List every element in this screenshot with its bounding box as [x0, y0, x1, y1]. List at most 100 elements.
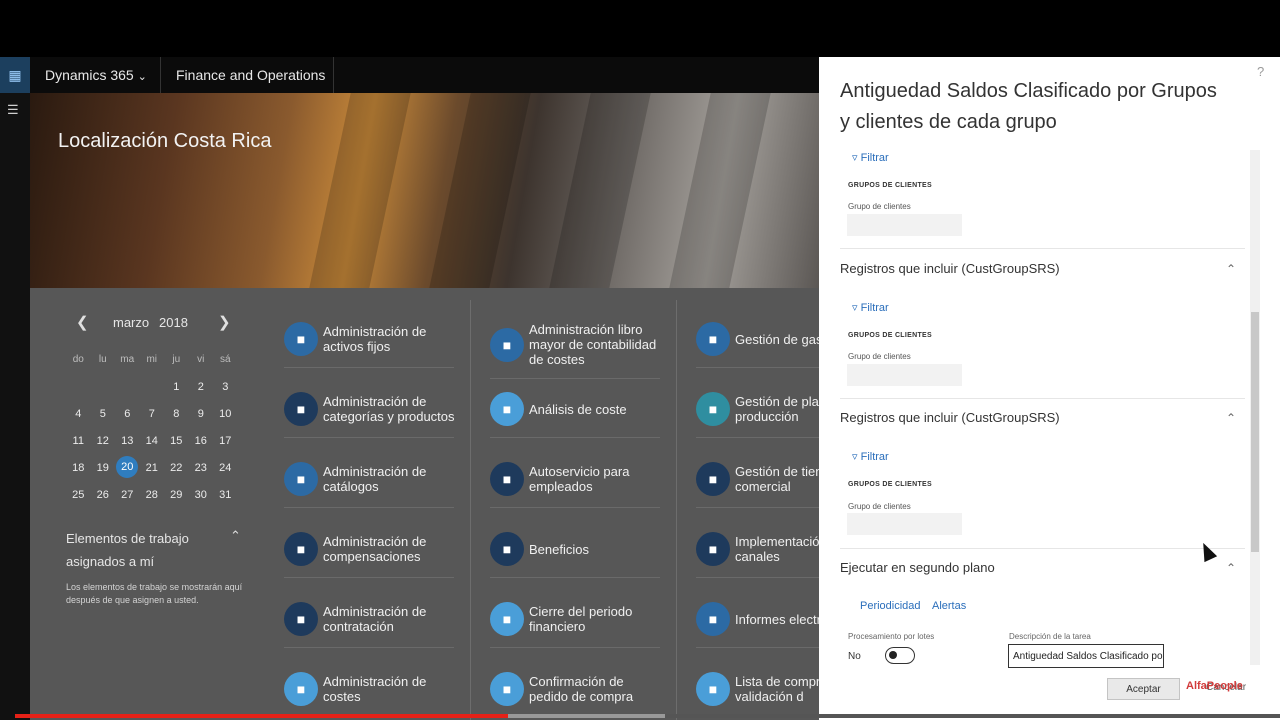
calendar-day[interactable]: 12 [91, 427, 116, 454]
workspace-tile[interactable]: ■ Cierre del periodo financiero [490, 602, 664, 648]
calendar-day[interactable]: 17 [213, 427, 238, 454]
calendar-day[interactable]: 23 [189, 454, 214, 481]
calendar-day[interactable]: 29 [164, 481, 189, 508]
workspace-tile[interactable]: ■ Administración de categorías y producto… [284, 392, 458, 438]
calendar-day[interactable]: 15 [164, 427, 189, 454]
workspace-icon: ■ [490, 672, 524, 706]
workspace-label: Administración de compensaciones [323, 534, 427, 564]
calendar-month: marzo [113, 315, 150, 330]
calendar-empty [140, 373, 165, 400]
calendar-year: 2018 [159, 315, 188, 330]
calendar-day[interactable]: 26 [91, 481, 116, 508]
workspace-tile[interactable]: ■ Administración libro mayor de contabili… [490, 322, 664, 379]
calendar-day[interactable]: 13 [115, 427, 140, 454]
group-header: GRUPOS DE CLIENTES [848, 332, 932, 339]
accept-button[interactable]: Aceptar [1107, 678, 1180, 700]
workspace-tile[interactable]: ■ Informes electr [696, 602, 866, 648]
batch-label: Procesamiento por lotes [848, 632, 935, 641]
calendar-empty [66, 373, 91, 400]
watermark-logo: AlfaPeople [1186, 680, 1243, 692]
module-name[interactable]: Finance and Operations [176, 67, 325, 83]
calendar-day[interactable]: 11 [66, 427, 91, 454]
calendar-day[interactable]: 18 [66, 454, 91, 481]
calendar-day[interactable]: 31 [213, 481, 238, 508]
calendar-day[interactable]: 22 [164, 454, 189, 481]
calendar-day[interactable]: 19 [91, 454, 116, 481]
calendar-day[interactable]: 9 [189, 400, 214, 427]
section-header-ejecutar[interactable]: Ejecutar en segundo plano [840, 560, 995, 575]
section-divider [840, 398, 1245, 399]
calendar-day[interactable]: 5 [91, 400, 116, 427]
filter-link[interactable]: ▿ Filtrar [852, 151, 889, 164]
workspace-tile[interactable]: ■ Análisis de coste [490, 392, 660, 438]
workspace-tile[interactable]: ■ Beneficios [490, 532, 660, 578]
scrollbar-thumb[interactable] [1251, 312, 1259, 552]
calendar-day[interactable]: 6 [115, 400, 140, 427]
filter-link[interactable]: ▿ Filtrar [852, 450, 889, 463]
calendar-day[interactable]: 8 [164, 400, 189, 427]
section-divider [840, 548, 1245, 549]
workspace-tile[interactable]: ■ Confirmación de pedido de compra [490, 672, 664, 706]
tile-divider [490, 437, 660, 438]
calendar-day[interactable]: 7 [140, 400, 165, 427]
workspace-tile[interactable]: ■ Administración de activos fijos [284, 322, 458, 368]
customer-group-input[interactable] [847, 513, 962, 535]
task-description-input[interactable]: Antiguedad Saldos Clasificado po [1008, 644, 1164, 668]
workspace-icon: ■ [284, 602, 318, 636]
calendar-day[interactable]: 1 [164, 373, 189, 400]
calendar-day[interactable]: 20 [116, 456, 139, 478]
workspace-label: Confirmación de pedido de compra [529, 674, 634, 704]
workspace-tile[interactable]: ■ Administración de compensaciones [284, 532, 458, 578]
tab-alertas[interactable]: Alertas [932, 600, 966, 612]
help-icon[interactable]: ? [1257, 64, 1264, 79]
batch-toggle[interactable] [885, 647, 915, 664]
workspace-tile[interactable]: ■ Gestión de gast [696, 322, 866, 368]
chevron-up-icon[interactable]: ⌃ [230, 528, 241, 544]
calendar-day[interactable]: 3 [213, 373, 238, 400]
section-header-registros[interactable]: Registros que incluir (CustGroupSRS) [840, 261, 1060, 276]
workspace-tile[interactable]: ■ Administración de catálogos [284, 462, 458, 508]
workspace-tile[interactable]: ■ Administración de contratación [284, 602, 458, 648]
calendar-day[interactable]: 24 [213, 454, 238, 481]
workspace-label: Administración de contratación [323, 604, 427, 634]
workspace-tile[interactable]: ■ Autoservicio para empleados [490, 462, 664, 508]
calendar-day[interactable]: 25 [66, 481, 91, 508]
workspace-label: Beneficios [529, 541, 589, 557]
section-header-registros[interactable]: Registros que incluir (CustGroupSRS) [840, 410, 1060, 425]
filter-label: Filtrar [860, 302, 889, 314]
calendar-day[interactable]: 4 [66, 400, 91, 427]
calendar-day[interactable]: 27 [115, 481, 140, 508]
calendar-day[interactable]: 10 [213, 400, 238, 427]
chevron-up-icon[interactable]: ⌃ [1226, 561, 1236, 575]
hamburger-icon[interactable]: ☰ [7, 102, 19, 118]
chevron-up-icon[interactable]: ⌃ [1226, 411, 1236, 425]
calendar-day[interactable]: 2 [189, 373, 214, 400]
workspace-label: Administración de costes [323, 674, 427, 704]
video-progress-bar[interactable] [15, 714, 509, 718]
batch-value: No [848, 651, 861, 662]
calendar-day[interactable]: 30 [189, 481, 214, 508]
customer-group-input[interactable] [847, 364, 962, 386]
chevron-up-icon[interactable]: ⌃ [1226, 262, 1236, 276]
company-title: Localización Costa Rica [58, 130, 272, 152]
workspace-tile[interactable]: ■ Administración de costes [284, 672, 458, 706]
next-month-icon[interactable]: ❯ [218, 313, 231, 331]
customer-group-input[interactable] [847, 214, 962, 236]
workspace-icon: ■ [490, 392, 524, 426]
calendar-day[interactable]: 14 [140, 427, 165, 454]
app-switcher[interactable]: Dynamics 365 ⌄ [45, 67, 147, 83]
weekday-label: ju [172, 354, 181, 365]
filter-icon: ▿ [852, 302, 858, 314]
tile-divider [490, 507, 660, 508]
filter-link[interactable]: ▿ Filtrar [852, 301, 889, 314]
workspace-label: Cierre del periodo financiero [529, 604, 633, 634]
app-launcher-icon[interactable]: ▦ [0, 57, 30, 93]
calendar-day[interactable]: 21 [140, 454, 165, 481]
task-desc-label: Descripción de la tarea [1009, 632, 1091, 641]
prev-month-icon[interactable]: ❮ [76, 313, 89, 331]
tile-divider [490, 577, 660, 578]
calendar-day[interactable]: 16 [189, 427, 214, 454]
calendar-day[interactable]: 28 [140, 481, 165, 508]
tab-periodicidad[interactable]: Periodicidad [860, 600, 921, 612]
workspace-label: Administración libro mayor de contabilid… [529, 322, 657, 367]
